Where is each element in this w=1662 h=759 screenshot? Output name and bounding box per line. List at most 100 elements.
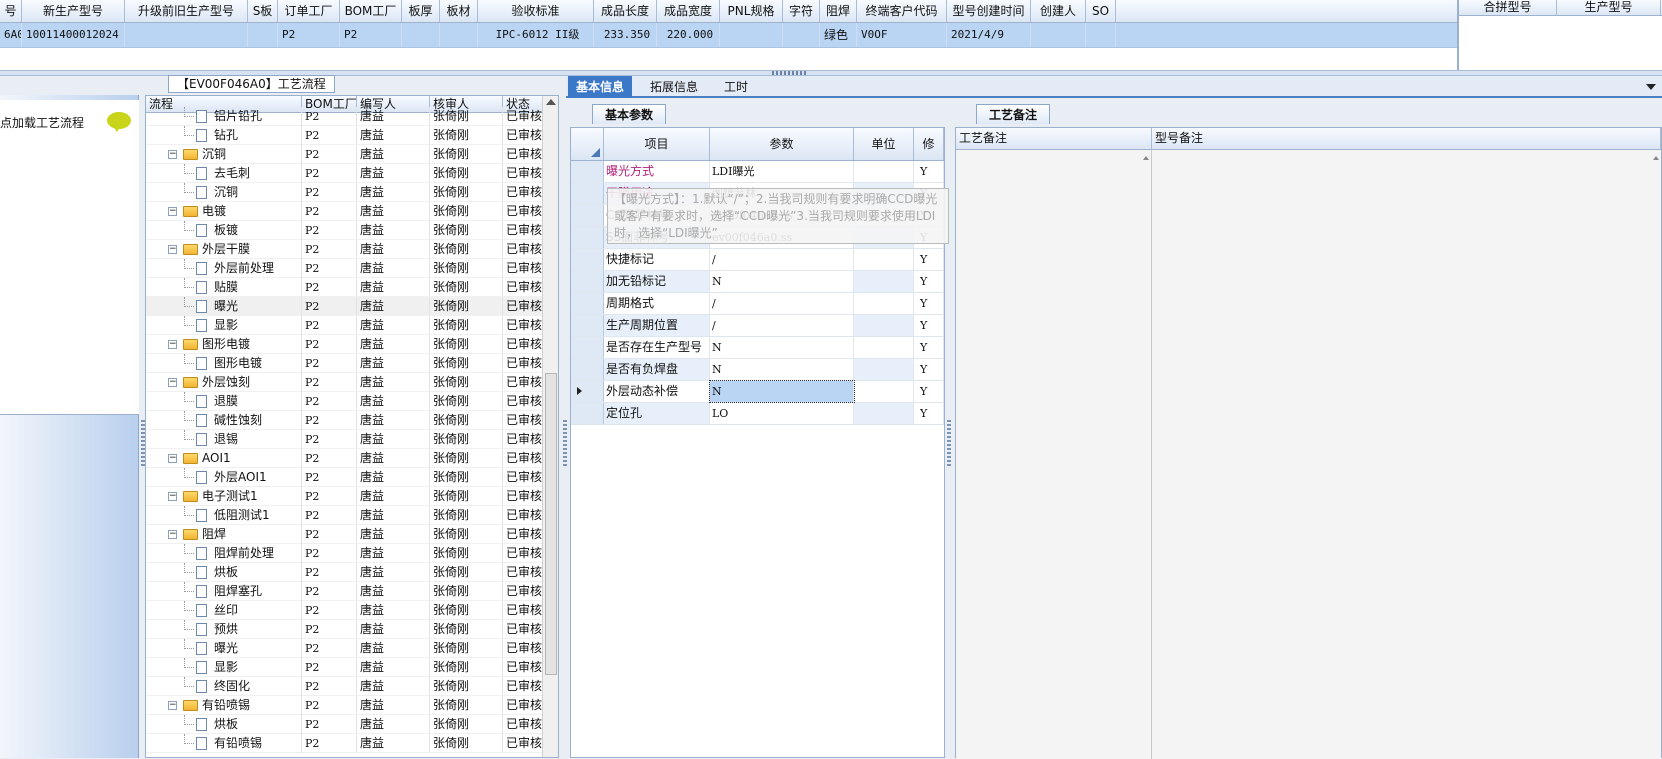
param-row[interactable]: 加无铅标记 N Y [571,271,944,293]
tree-row[interactable]: − 电镀 P2 唐益 张倚刚 已审核 [146,202,558,221]
tree-node[interactable]: 钻孔 [146,126,302,145]
order-col-header[interactable]: 字符 [783,0,820,22]
order-cell[interactable]: P2 [278,23,340,47]
tree-row[interactable]: 烘板 P2 唐益 张倚刚 已审核 [146,563,558,582]
tree-row[interactable]: 铝片铅孔 P2 唐益 张倚刚 已审核 [146,107,558,126]
tree-row[interactable]: 低阻测试1 P2 唐益 张倚刚 已审核 [146,506,558,525]
collapse-toggle-icon[interactable]: − [168,492,177,501]
param-row[interactable]: 是否存在生产型号 N Y [571,337,944,359]
tree-node[interactable]: 曝光 [146,297,302,316]
param-value[interactable]: LO [710,403,854,424]
param-row[interactable]: 定位孔 LO Y [571,403,944,425]
order-cell[interactable] [402,23,440,47]
tree-row[interactable]: − 外层蚀刻 P2 唐益 张倚刚 已审核 [146,373,558,392]
tree-row[interactable]: 预烘 P2 唐益 张倚刚 已审核 [146,620,558,639]
order-cell[interactable] [125,23,248,47]
mid-splitter-grip-icon[interactable] [563,420,567,468]
collapse-toggle-icon[interactable]: − [168,150,177,159]
tab-extended-info[interactable]: 拓展信息 [642,76,706,98]
param-modify-flag[interactable]: Y [914,249,944,270]
tree-node[interactable]: − 有铅喷锡 [146,696,302,715]
order-cell[interactable] [1086,23,1116,47]
param-modify-flag[interactable]: Y [914,381,944,402]
tree-row[interactable]: 有铅喷锡 P2 唐益 张倚刚 已审核 [146,734,558,753]
tree-node[interactable]: 低阻测试1 [146,506,302,525]
order-cell[interactable] [783,23,820,47]
tree-node[interactable]: 烘板 [146,563,302,582]
tree-scrollbar[interactable] [542,96,558,757]
tree-node[interactable]: 烘板 [146,715,302,734]
tree-row[interactable]: 碱性蚀刻 P2 唐益 张倚刚 已审核 [146,411,558,430]
param-col-header[interactable]: 参数 [710,128,854,160]
tree-node[interactable]: 阻焊塞孔 [146,582,302,601]
tree-node[interactable]: 板镀 [146,221,302,240]
tree-node[interactable]: 显影 [146,658,302,677]
tree-row[interactable]: 丝印 P2 唐益 张倚刚 已审核 [146,601,558,620]
tree-row[interactable]: 曝光 P2 唐益 张倚刚 已审核 [146,639,558,658]
tree-node[interactable]: − 沉铜 [146,145,302,164]
order-cell[interactable]: 绿色 [820,23,857,47]
tree-row[interactable]: − 外层干膜 P2 唐益 张倚刚 已审核 [146,240,558,259]
collapse-toggle-icon[interactable]: − [168,454,177,463]
tree-node[interactable]: − 电子测试1 [146,487,302,506]
order-cell[interactable] [720,23,783,47]
tree-row[interactable]: 钻孔 P2 唐益 张倚刚 已审核 [146,126,558,145]
order-col-header[interactable]: 板厚 [402,0,440,22]
order-cell[interactable]: 2021/4/9 [947,23,1031,47]
param-col-header[interactable]: 单位 [854,128,914,160]
tree-row[interactable]: 曝光 P2 唐益 张倚刚 已审核 [146,297,558,316]
tree-row[interactable]: − 图形电镀 P2 唐益 张倚刚 已审核 [146,335,558,354]
order-col-header[interactable]: 成品长度 [594,0,657,22]
tree-node[interactable]: 显影 [146,316,302,335]
order-col-header[interactable]: 型号创建时间 [947,0,1031,22]
tree-row[interactable]: 终固化 P2 唐益 张倚刚 已审核 [146,677,558,696]
param-value[interactable]: / [710,293,854,314]
tree-row[interactable]: 沉铜 P2 唐益 张倚刚 已审核 [146,183,558,202]
order-col-header[interactable]: 板材 [440,0,478,22]
order-cell[interactable]: IPC-6012 II级 [478,23,594,47]
tree-row[interactable]: − 阻焊 P2 唐益 张倚刚 已审核 [146,525,558,544]
order-col-header[interactable]: 创建人 [1031,0,1086,22]
order-cell[interactable]: P2 [340,23,402,47]
tab-work-hours[interactable]: 工时 [716,76,756,98]
tree-row[interactable]: − 电子测试1 P2 唐益 张倚刚 已审核 [146,487,558,506]
scroll-up-icon[interactable] [546,99,556,105]
collapse-toggle-icon[interactable]: − [168,207,177,216]
order-col-header[interactable]: 号 [0,0,22,22]
tree-node[interactable]: − 图形电镀 [146,335,302,354]
tab-process-notes[interactable]: 工艺备注 [976,104,1051,124]
order-cell[interactable]: 220.000 [657,23,720,47]
tree-row[interactable]: 板镀 P2 唐益 张倚刚 已审核 [146,221,558,240]
tree-node[interactable]: 图形电镀 [146,354,302,373]
order-cell[interactable] [1031,23,1086,47]
param-modify-flag[interactable]: Y [914,403,944,424]
param-col-header[interactable]: 项目 [604,128,710,160]
tree-node[interactable]: 丝印 [146,601,302,620]
param-modify-flag[interactable]: Y [914,315,944,336]
collapse-toggle-icon[interactable]: − [168,378,177,387]
tree-node[interactable]: 沉铜 [146,183,302,202]
tree-row[interactable]: 去毛刺 P2 唐益 张倚刚 已审核 [146,164,558,183]
tree-node[interactable]: 退膜 [146,392,302,411]
tree-row[interactable]: 烘板 P2 唐益 张倚刚 已审核 [146,715,558,734]
param-value[interactable]: LDI曝光 [710,161,854,182]
param-modify-flag[interactable]: Y [914,293,944,314]
order-col-header[interactable]: 新生产型号 [22,0,125,22]
merge-col-header[interactable]: 合拼型号 [1459,0,1557,15]
tree-row[interactable]: 外层AOI1 P2 唐益 张倚刚 已审核 [146,468,558,487]
order-col-header[interactable]: BOM工厂 [340,0,402,22]
order-cell[interactable] [440,23,478,47]
order-cell[interactable] [248,23,278,47]
tree-node[interactable]: 终固化 [146,677,302,696]
dropdown-arrow-icon[interactable] [1646,84,1656,90]
tree-row[interactable]: 显影 P2 唐益 张倚刚 已审核 [146,316,558,335]
order-col-header[interactable]: 升级前旧生产型号 [125,0,248,22]
collapse-toggle-icon[interactable]: − [168,245,177,254]
tree-row[interactable]: 退膜 P2 唐益 张倚刚 已审核 [146,392,558,411]
tree-row[interactable]: 阻焊塞孔 P2 唐益 张倚刚 已审核 [146,582,558,601]
tree-node[interactable]: 外层AOI1 [146,468,302,487]
tree-node[interactable]: 去毛刺 [146,164,302,183]
order-col-header[interactable]: SO [1086,0,1116,22]
merge-col-header[interactable]: 生产型号 [1557,0,1661,15]
tree-node[interactable]: 外层前处理 [146,259,302,278]
